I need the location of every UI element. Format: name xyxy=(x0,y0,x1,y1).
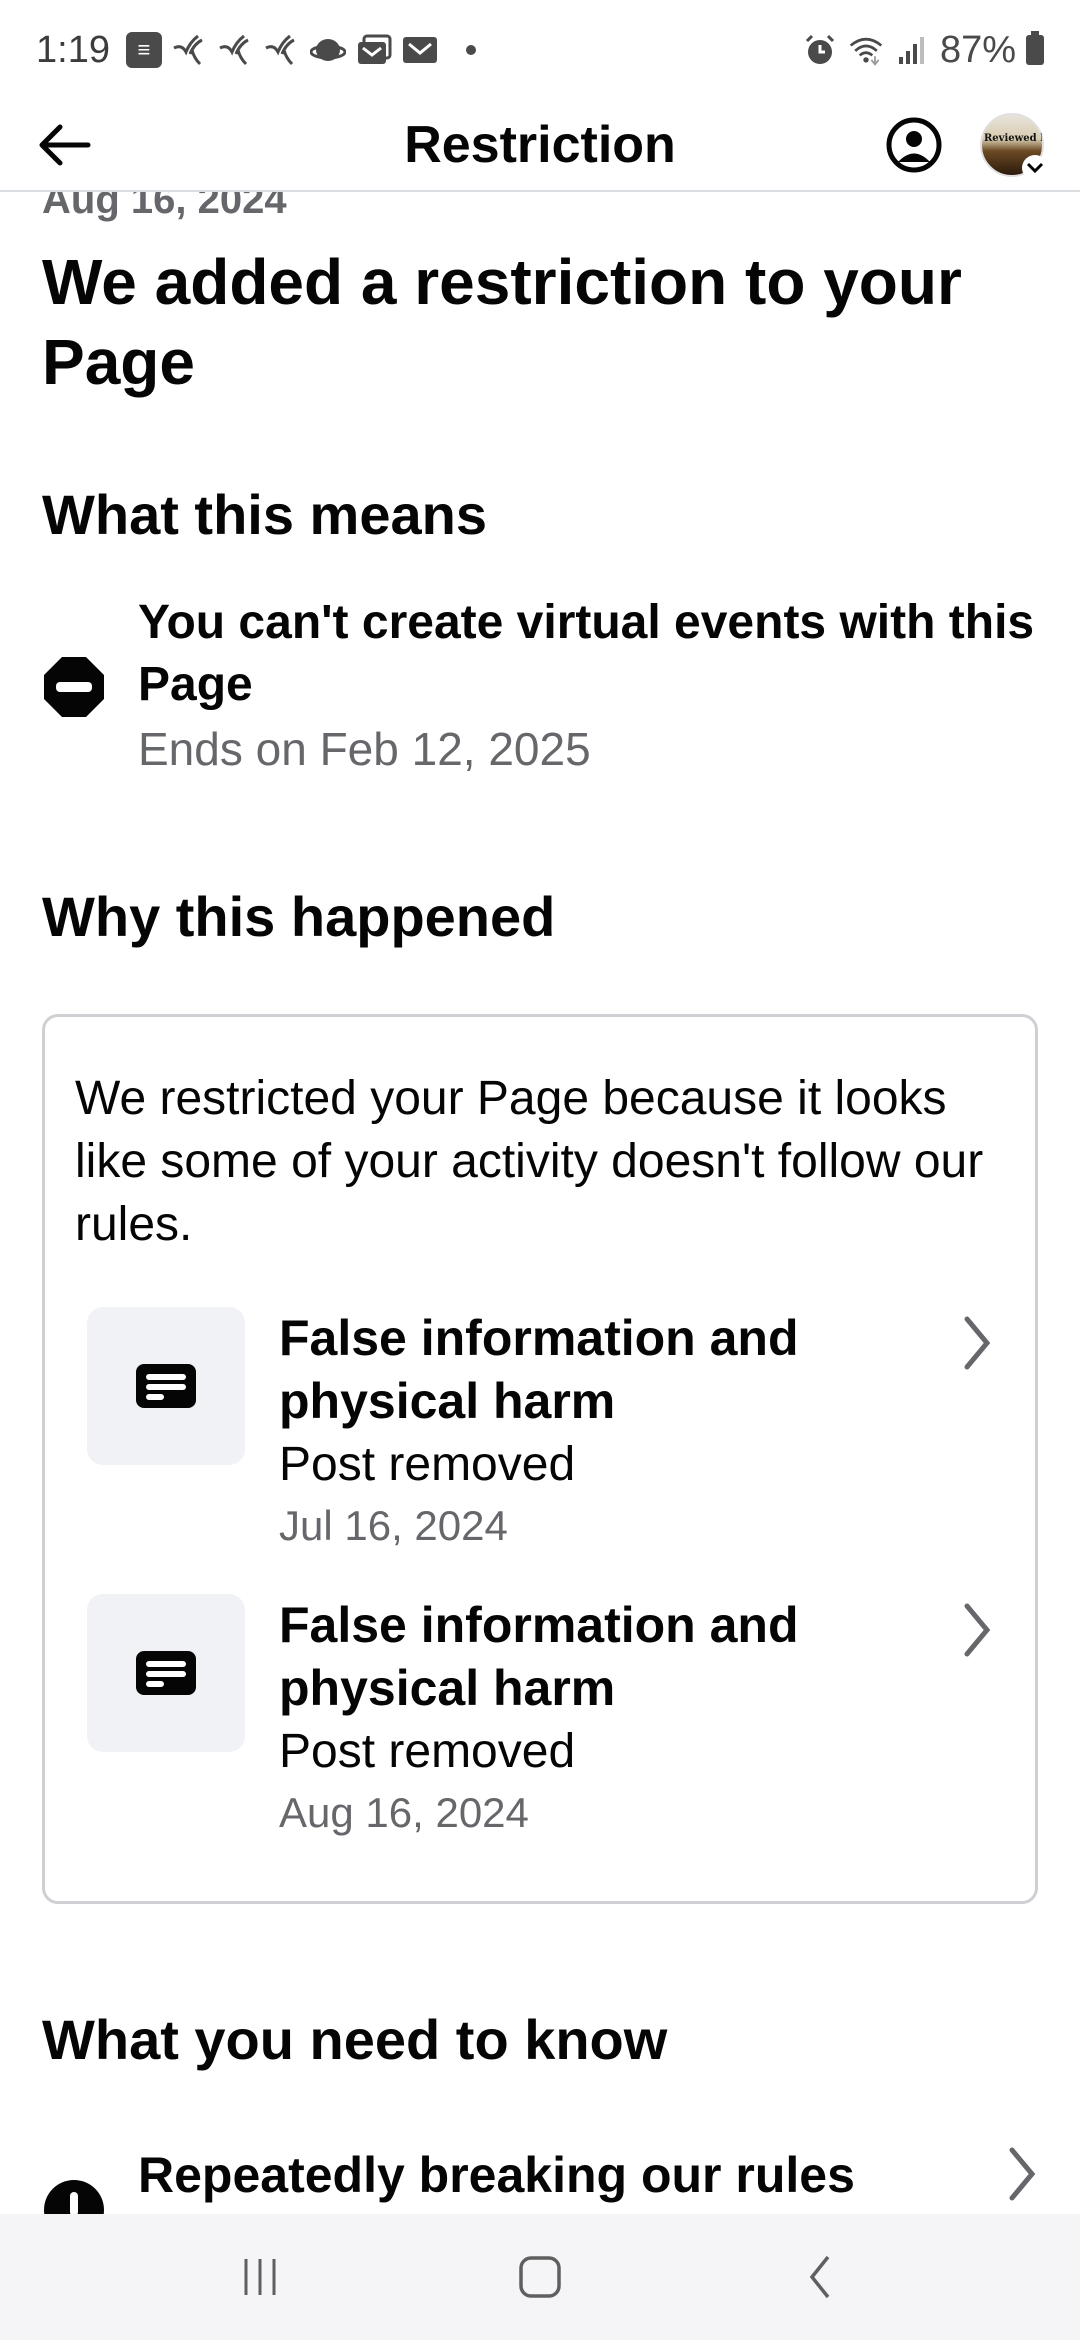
more-dot-icon xyxy=(465,45,476,55)
post-icon xyxy=(136,1364,196,1408)
message-icon: ≡ xyxy=(125,32,162,68)
system-nav-bar xyxy=(0,2214,1080,2340)
violation-thumbnail xyxy=(87,1307,245,1465)
recent-apps-icon xyxy=(244,2259,276,2295)
violation-status: Post removed xyxy=(279,1438,576,1491)
system-back-button[interactable] xyxy=(775,2237,865,2317)
violation-item[interactable]: False information and physical harm Post… xyxy=(87,1307,997,1555)
restriction-title: You can't create virtual events with thi… xyxy=(138,596,1035,711)
know-item-title: Repeatedly breaking our rules xyxy=(138,2147,855,2203)
signal-icon xyxy=(894,32,930,68)
profile-circle-icon xyxy=(886,117,942,173)
profile-button[interactable] xyxy=(884,115,944,175)
status-left: 1:19 ≡ xyxy=(36,29,476,72)
bird-icon xyxy=(218,32,254,68)
mail-icon xyxy=(402,32,438,68)
chevron-down-icon xyxy=(1022,155,1048,181)
violation-date: Jul 16, 2024 xyxy=(279,1502,508,1549)
violation-text: False information and physical harm Post… xyxy=(279,1594,957,1842)
mail-stack-icon xyxy=(356,32,392,68)
header-actions: Reviewed Po xyxy=(884,113,1048,181)
planet-icon xyxy=(309,32,346,68)
recent-apps-button[interactable] xyxy=(215,2237,305,2317)
status-bar: 1:19 ≡ 87% xyxy=(0,0,1080,100)
restriction-text: You can't create virtual events with thi… xyxy=(138,592,1042,782)
what-this-means-heading: What this means xyxy=(42,483,487,546)
what-you-need-to-know-heading: What you need to know xyxy=(42,2008,668,2071)
back-button[interactable] xyxy=(36,113,100,177)
why-this-happened-heading: Why this happened xyxy=(42,885,556,948)
avatar-page-name: Reviewed Po xyxy=(984,133,1042,144)
notice-date: Aug 16, 2024 xyxy=(42,192,287,222)
app-header: Restriction Reviewed Po xyxy=(0,100,1080,192)
chevron-right-icon xyxy=(964,1603,991,1657)
status-time: 1:19 xyxy=(36,28,110,71)
battery-icon xyxy=(1026,31,1044,65)
restriction-item: You can't create virtual events with thi… xyxy=(42,592,1042,782)
violation-date: Aug 16, 2024 xyxy=(279,1789,529,1836)
violation-text: False information and physical harm Post… xyxy=(279,1307,957,1555)
alert-icon xyxy=(44,2180,104,2214)
wifi-icon xyxy=(848,32,884,68)
why-card: We restricted your Page because it looks… xyxy=(42,1014,1038,1904)
back-arrow-icon xyxy=(39,124,91,166)
why-description: We restricted your Page because it looks… xyxy=(75,1072,984,1251)
chevron-right-icon xyxy=(1009,2147,1036,2201)
status-right: 87% xyxy=(802,29,1044,72)
know-item[interactable]: Repeatedly breaking our rules xyxy=(42,2142,1042,2214)
violation-title: False information and physical harm xyxy=(279,1597,799,1716)
alarm-icon xyxy=(802,32,838,68)
bird-icon xyxy=(264,32,300,68)
violation-title: False information and physical harm xyxy=(279,1310,799,1429)
home-button[interactable] xyxy=(495,2237,585,2317)
restriction-end-date: Ends on Feb 12, 2025 xyxy=(138,723,591,775)
restricted-icon xyxy=(44,657,104,717)
violation-status: Post removed xyxy=(279,1725,576,1778)
back-chevron-icon xyxy=(809,2255,830,2299)
home-icon xyxy=(519,2256,561,2298)
post-icon xyxy=(136,1651,196,1695)
chevron-right-icon xyxy=(964,1316,991,1370)
battery-percent: 87% xyxy=(939,28,1016,71)
notice-title: We added a restriction to your Page xyxy=(42,246,962,398)
violation-item[interactable]: False information and physical harm Post… xyxy=(87,1594,997,1842)
page-avatar[interactable]: Reviewed Po xyxy=(980,113,1048,181)
violation-thumbnail xyxy=(87,1594,245,1752)
bird-icon xyxy=(172,32,208,68)
restriction-content[interactable]: Aug 16, 2024 We added a restriction to y… xyxy=(0,192,1080,2214)
